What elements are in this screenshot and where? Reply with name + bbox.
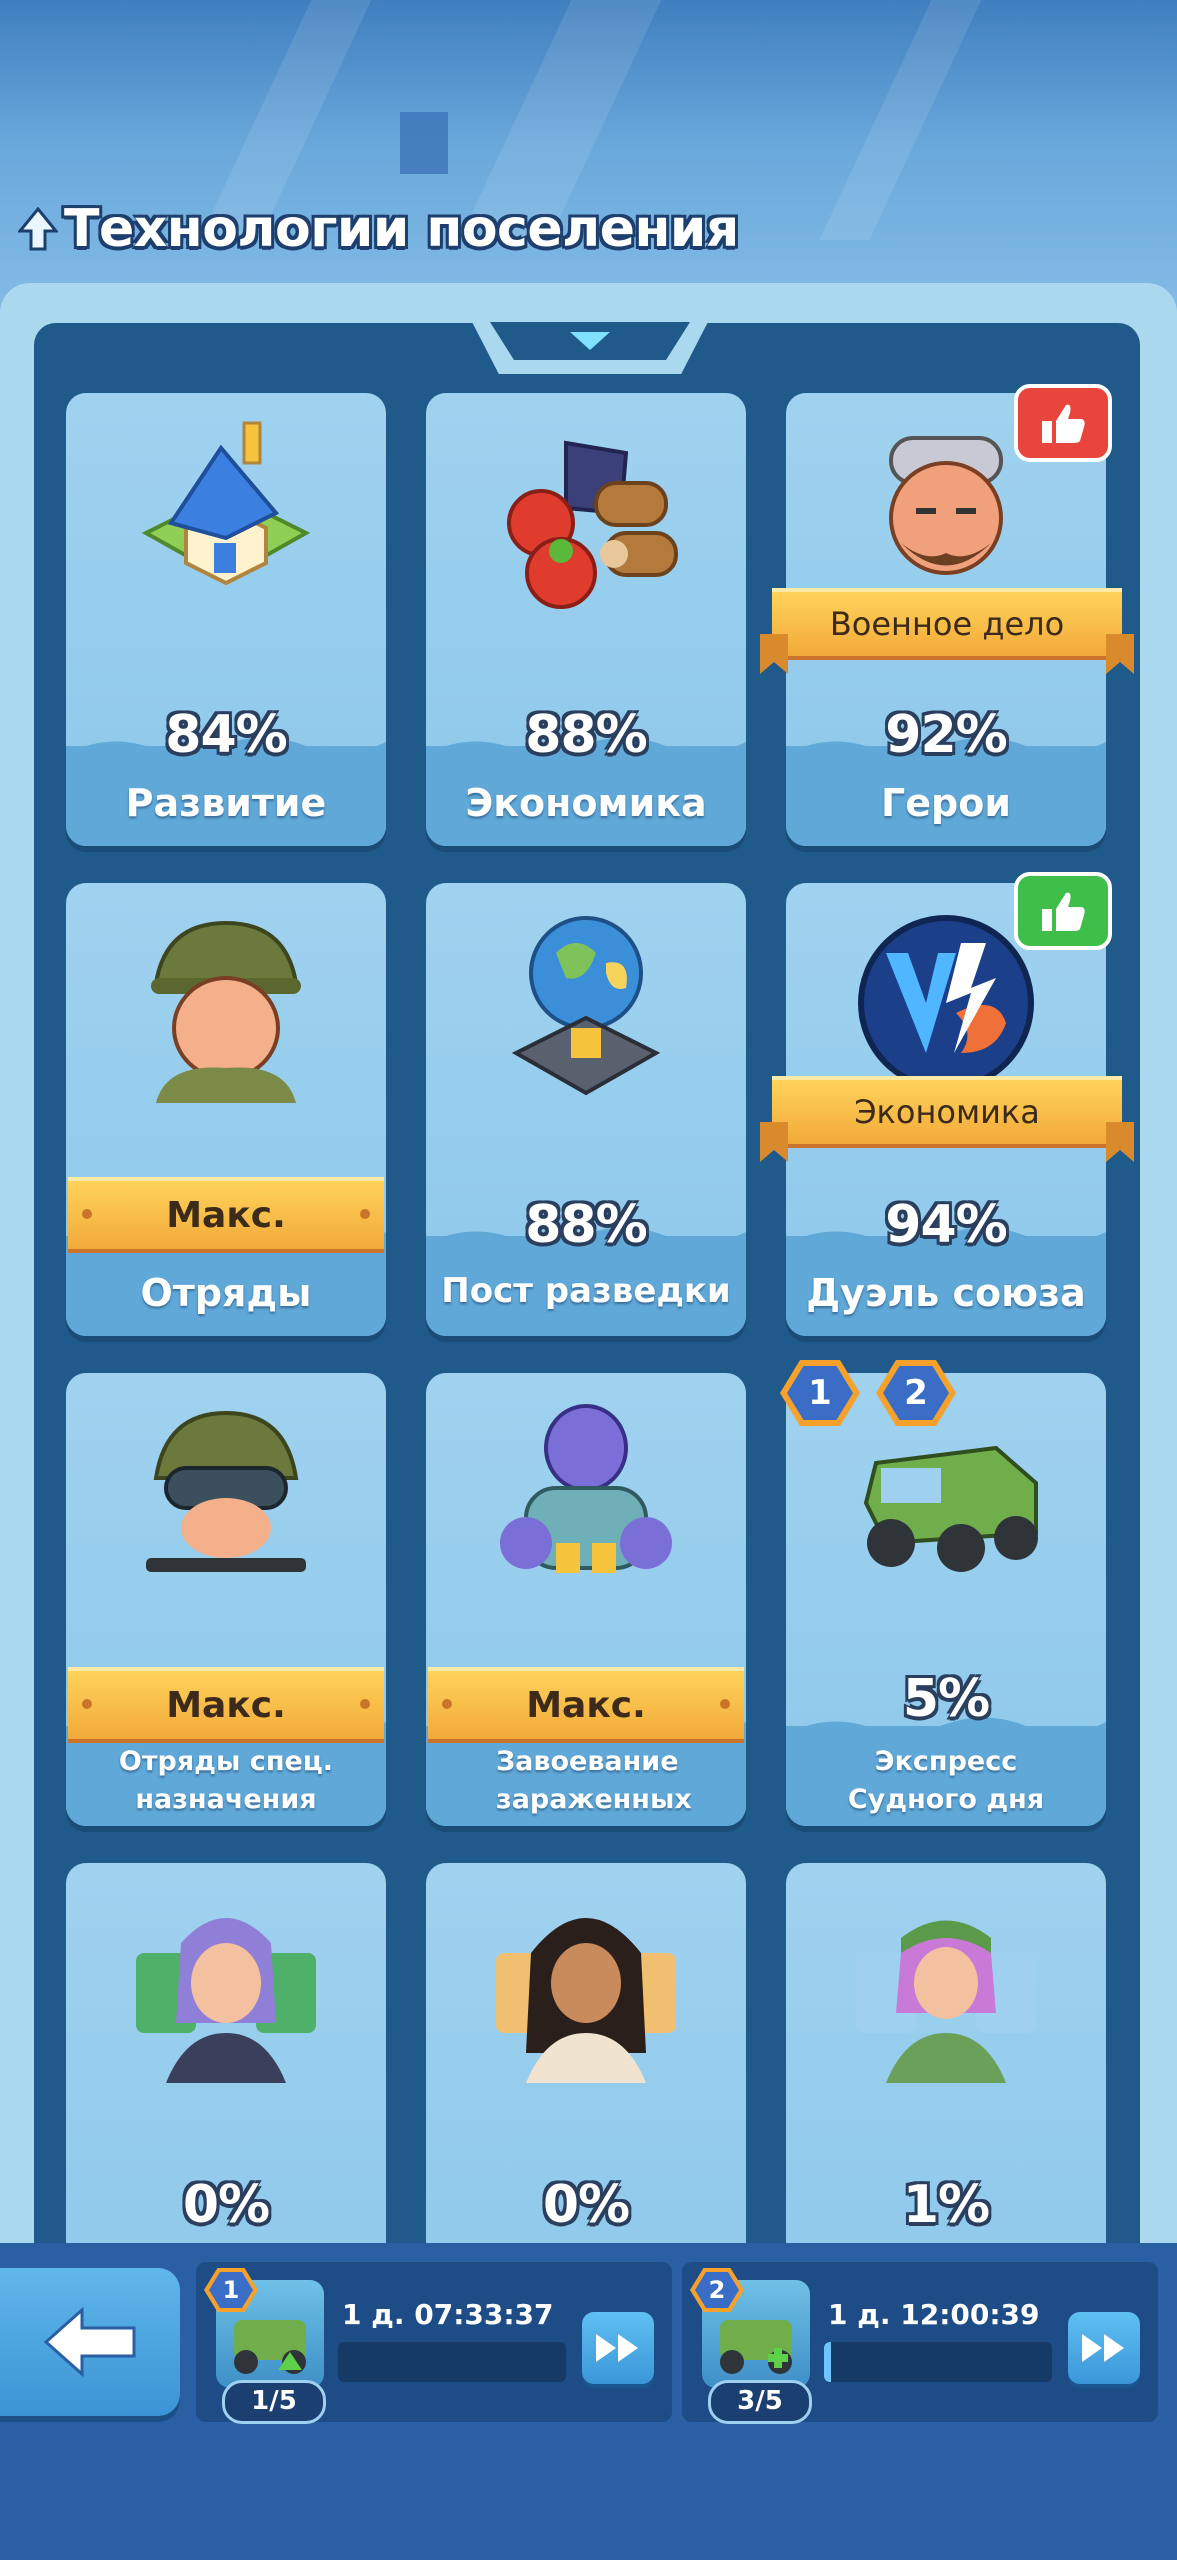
tech-card-doomsday-express[interactable]: 5% Экспресс Судного дня [786, 1373, 1106, 1826]
hero-portrait-icon [496, 1918, 676, 2083]
tech-label: Герои [881, 781, 1011, 825]
house-icon [141, 421, 311, 586]
queue-timer: 1 д. 07:33:37 [342, 2298, 554, 2331]
tech-card-recon-post[interactable]: 88% Пост разведки [426, 883, 746, 1336]
tech-label: Отряды [140, 1271, 312, 1315]
tech-label: Отряды спец. назначения [118, 1746, 334, 1815]
tech-percent: 1% [902, 2175, 990, 2235]
queue-progress-bar [824, 2342, 1052, 2382]
queue-progress-fill [824, 2342, 831, 2382]
thumbs-up-icon [1014, 384, 1112, 462]
back-button[interactable] [0, 2268, 180, 2416]
chevron-down-icon [570, 332, 610, 350]
fast-forward-icon [596, 2334, 638, 2362]
tech-label: Пост разведки [441, 1271, 731, 1311]
max-ribbon: Макс. [68, 1177, 384, 1253]
truck-icon [863, 1445, 1038, 1572]
zombie-icon [500, 1404, 672, 1573]
tech-label: Экспресс Судного дня [847, 1746, 1045, 1815]
thumbs-up-icon [1014, 872, 1112, 950]
queue-count: 3/5 [708, 2380, 812, 2424]
tech-label: Дуэль союза [806, 1271, 1086, 1315]
special-forces-soldier-icon [146, 1410, 306, 1572]
tech-percent: 92% [885, 705, 1007, 765]
tech-card-infected-conquest[interactable]: Макс. Завоевание зараженных [426, 1373, 746, 1826]
queue-count: 1/5 [222, 2380, 326, 2424]
recommendation-ribbon: Экономика [772, 1076, 1122, 1148]
soldier-icon [151, 920, 301, 1103]
research-queue-1[interactable]: 1 1/5 1 д. 07:33:37 [196, 2262, 672, 2424]
max-ribbon: Макс. [68, 1667, 384, 1743]
hero-portrait-icon [856, 1920, 1036, 2083]
tech-card-troops[interactable]: Макс. Отряды [66, 883, 386, 1336]
tech-label: Завоевание зараженных [496, 1746, 692, 1815]
tech-card-special-forces[interactable]: Макс. Отряды спец. назначения [66, 1373, 386, 1826]
tech-label: Развитие [125, 781, 327, 825]
resources-icon [507, 440, 678, 609]
back-arrow-icon [43, 2306, 136, 2378]
speedup-button[interactable] [582, 2312, 654, 2384]
page-title: Технологии поселения [64, 199, 739, 259]
tech-percent: 84% [165, 705, 287, 765]
tech-percent: 94% [885, 1195, 1007, 1255]
tech-percent: 0% [542, 2175, 630, 2235]
tech-percent: 5% [902, 1669, 990, 1729]
background [0, 0, 1177, 330]
fast-forward-icon [1082, 2334, 1124, 2362]
title-bar: Технологии поселения [18, 198, 739, 260]
collapse-tab[interactable] [470, 318, 710, 374]
tech-percent: 88% [525, 1195, 647, 1255]
tech-label: Экономика [465, 781, 707, 825]
arrow-up-icon [18, 207, 58, 251]
globe-station-icon [511, 916, 661, 1096]
queue-progress-bar [338, 2342, 566, 2382]
tech-percent: 0% [182, 2175, 270, 2235]
recommendation-ribbon: Военное дело [772, 588, 1122, 660]
tech-card-economy[interactable]: 88% Экономика [426, 393, 746, 846]
tech-percent: 88% [525, 705, 647, 765]
tech-card-development[interactable]: 84% Развитие [66, 393, 386, 846]
hero-portrait-icon [136, 1918, 316, 2083]
max-ribbon: Макс. [428, 1667, 744, 1743]
queue-timer: 1 д. 12:00:39 [828, 2298, 1040, 2331]
research-queue-2[interactable]: 2 3/5 1 д. 12:00:39 [682, 2262, 1158, 2424]
speedup-button[interactable] [1068, 2312, 1140, 2384]
